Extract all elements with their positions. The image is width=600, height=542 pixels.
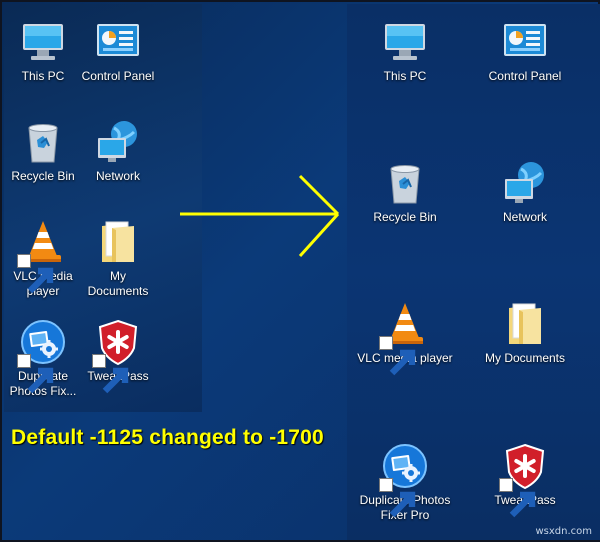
desktop-icon-recycle-bin[interactable]: Recycle Bin — [365, 159, 445, 225]
desktop-icon-recycle-bin[interactable]: Recycle Bin — [3, 118, 83, 184]
desktop-icon-network[interactable]: Network — [470, 159, 580, 225]
control-panel-icon — [94, 18, 142, 66]
network-icon — [94, 118, 142, 166]
shortcut-arrow-icon — [92, 354, 106, 368]
desktop-icon-duplicate-photos[interactable]: Duplicate Photos Fix... — [3, 318, 83, 399]
folder-icon — [94, 218, 142, 266]
icon-label: My Documents — [484, 351, 566, 365]
desktop-icon-duplicate-photos[interactable]: Duplicate Photos Fixer Pro — [350, 442, 460, 523]
icon-label: Control Panel — [488, 69, 562, 83]
recycle-bin-icon — [381, 159, 429, 207]
spacing-caption: Default -1125 changed to -1700 — [11, 426, 324, 449]
right-arrow-icon — [180, 174, 340, 258]
desktop-icon-control-panel[interactable]: Control Panel — [470, 18, 580, 84]
desktop-icon-my-documents[interactable]: My Documents — [78, 218, 158, 299]
icon-label: Recycle Bin — [11, 169, 75, 183]
desktop-icon-control-panel[interactable]: Control Panel — [78, 18, 158, 84]
desktop-icon-my-documents[interactable]: My Documents — [470, 300, 580, 366]
this-pc-icon — [19, 18, 67, 66]
control-panel-icon — [501, 18, 549, 66]
desktop-icon-vlc[interactable]: VLC media player — [350, 300, 460, 366]
icon-label: Network — [95, 169, 140, 183]
icon-label: This PC — [21, 69, 65, 83]
desktop-icon-this-pc[interactable]: This PC — [3, 18, 83, 84]
icon-label: This PC — [383, 69, 427, 83]
desktop-icon-vlc[interactable]: VLC media player — [3, 218, 83, 299]
shortcut-arrow-icon — [17, 254, 31, 268]
icon-label: Control Panel — [81, 69, 155, 83]
desktop-icon-tweakpass[interactable]: TweakPass — [78, 318, 158, 384]
desktop-icon-tweakpass[interactable]: TweakPass — [470, 442, 580, 508]
desktop-icon-this-pc[interactable]: This PC — [365, 18, 445, 84]
recycle-bin-icon — [19, 118, 67, 166]
shortcut-arrow-icon — [379, 336, 393, 350]
shortcut-arrow-icon — [499, 478, 513, 492]
icon-label: Network — [502, 210, 547, 224]
folder-icon — [501, 300, 549, 348]
icon-label: My Documents — [87, 269, 149, 298]
desktop-comparison: This PC Control Panel Recycle Bin Networ… — [0, 0, 600, 542]
icon-label: Recycle Bin — [373, 210, 437, 224]
this-pc-icon — [381, 18, 429, 66]
network-icon — [501, 159, 549, 207]
shortcut-arrow-icon — [17, 354, 31, 368]
shortcut-arrow-icon — [379, 478, 393, 492]
desktop-icon-network[interactable]: Network — [78, 118, 158, 184]
watermark: wsxdn.com — [535, 526, 592, 537]
